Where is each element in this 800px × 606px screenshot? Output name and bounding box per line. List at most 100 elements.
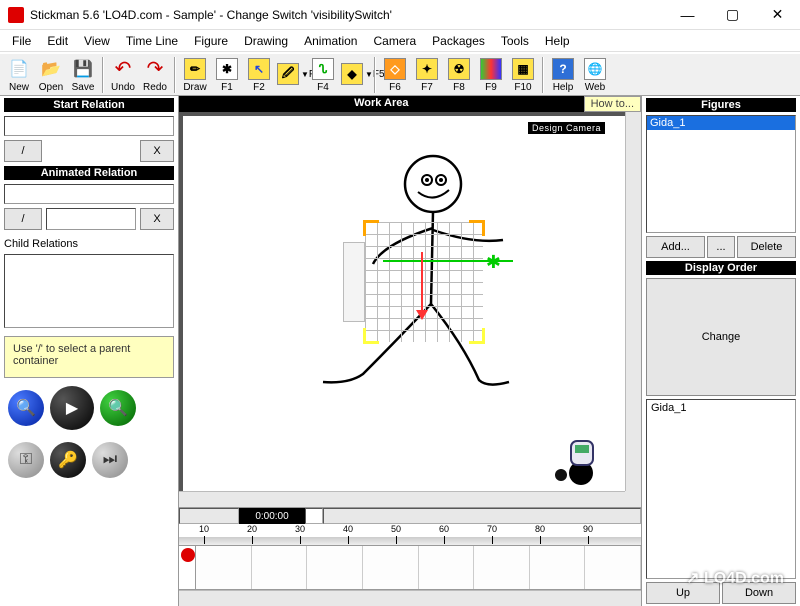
zoom-out-button[interactable]: 🔍 <box>100 390 136 426</box>
time-slot[interactable] <box>305 508 323 524</box>
open-icon: 📂 <box>39 57 63 81</box>
f3-icon: 🖉 <box>276 62 300 86</box>
window-title: Stickman 5.6 'LO4D.com - Sample' - Chang… <box>30 8 665 22</box>
close-button[interactable]: ✕ <box>755 0 800 30</box>
design-camera-badge: Design Camera <box>528 122 605 134</box>
f1-button[interactable]: ✱F1 <box>212 57 242 93</box>
menu-drawing[interactable]: Drawing <box>236 32 296 50</box>
play-icon: ▶ <box>66 398 78 418</box>
menu-view[interactable]: View <box>76 32 118 50</box>
minimize-button[interactable]: — <box>665 0 710 30</box>
green-star-icon: ✱ <box>486 252 501 273</box>
menu-help[interactable]: Help <box>537 32 578 50</box>
help-button[interactable]: ?Help <box>548 57 578 93</box>
child-relations-label: Child Relations <box>4 238 174 250</box>
frame-track[interactable] <box>195 546 641 589</box>
display-order-item[interactable]: Gida_1 <box>647 400 795 416</box>
start-relation-input[interactable] <box>4 116 174 136</box>
menu-timeline[interactable]: Time Line <box>118 32 186 50</box>
f6-button[interactable]: ◇F6 <box>380 57 410 93</box>
menu-packages[interactable]: Packages <box>424 32 493 50</box>
time-bar-rest[interactable] <box>323 508 641 524</box>
f8-icon: ☢ <box>447 57 471 81</box>
display-order-list[interactable]: Gida_1 <box>646 399 796 579</box>
save-icon: 💾 <box>71 57 95 81</box>
f5-button[interactable]: ◆▼F5 <box>340 62 370 87</box>
web-button[interactable]: 🌐Web <box>580 57 610 93</box>
f4-button[interactable]: ᔐF4 <box>308 57 338 93</box>
draw-button[interactable]: ✏Draw <box>180 57 210 93</box>
how-to-button[interactable]: How to... <box>584 96 641 112</box>
undo-icon: ↶ <box>111 57 135 81</box>
playhead-marker[interactable] <box>181 548 195 562</box>
maximize-button[interactable]: ▢ <box>710 0 755 30</box>
toolbar: 📄New 📂Open 💾Save ↶Undo ↷Redo ✏Draw ✱F1 ↖… <box>0 52 800 96</box>
clear-start-button[interactable]: X <box>140 140 174 162</box>
f6-icon: ◇ <box>383 57 407 81</box>
menu-edit[interactable]: Edit <box>39 32 76 50</box>
key-back-icon: ⚿ <box>20 451 32 469</box>
new-icon: 📄 <box>7 57 31 81</box>
key-icon: 🔑 <box>58 450 78 470</box>
open-button[interactable]: 📂Open <box>36 57 66 93</box>
f10-button[interactable]: ▦F10 <box>508 57 538 93</box>
time-ruler[interactable]: 102030405060708090 <box>179 524 641 546</box>
horizontal-scrollbar[interactable] <box>179 491 625 507</box>
menu-figure[interactable]: Figure <box>186 32 236 50</box>
add-figure-button[interactable]: Add... <box>646 236 705 258</box>
f4-icon: ᔐ <box>311 57 335 81</box>
zoom-in-button[interactable]: 🔍 <box>8 390 44 426</box>
save-button[interactable]: 💾Save <box>68 57 98 93</box>
animated-relation-input[interactable] <box>4 184 174 204</box>
vertical-scrollbar[interactable] <box>625 112 641 491</box>
menu-file[interactable]: File <box>4 32 39 50</box>
canvas-area[interactable]: Design Camera <box>179 112 641 507</box>
chevron-down-icon: ▼ <box>365 70 373 79</box>
draw-icon: ✏ <box>183 57 207 81</box>
f9-button[interactable]: F9 <box>476 57 506 93</box>
change-order-button[interactable]: Change <box>646 278 796 396</box>
play-button[interactable]: ▶ <box>50 386 94 430</box>
ruler-tick: 90 <box>583 524 593 534</box>
mascot-icon <box>551 429 607 485</box>
f7-icon: ✦ <box>415 57 439 81</box>
f7-button[interactable]: ✦F7 <box>412 57 442 93</box>
move-down-button[interactable]: Down <box>722 582 796 604</box>
timeline: 0:00:00 102030405060708090 <box>179 507 641 606</box>
menu-animation[interactable]: Animation <box>296 32 365 50</box>
figure-more-button[interactable]: ... <box>707 236 735 258</box>
f3-button[interactable]: 🖉▼F3 <box>276 62 306 87</box>
clear-animated-button[interactable]: X <box>140 208 174 230</box>
figures-list-item[interactable]: Gida_1 <box>647 116 795 130</box>
left-panel: Start Relation / X Animated Relation / X… <box>0 96 178 606</box>
prev-key-button[interactable]: ⚿ <box>8 442 44 478</box>
ruler-tick: 80 <box>535 524 545 534</box>
figures-header: Figures <box>646 98 796 112</box>
slash-button[interactable]: / <box>4 140 42 162</box>
f8-button[interactable]: ☢F8 <box>444 57 474 93</box>
titlebar: Stickman 5.6 'LO4D.com - Sample' - Chang… <box>0 0 800 30</box>
f10-icon: ▦ <box>511 57 535 81</box>
animated-slash-button[interactable]: / <box>4 208 42 230</box>
menu-camera[interactable]: Camera <box>365 32 424 50</box>
redo-button[interactable]: ↷Redo <box>140 57 170 93</box>
menu-tools[interactable]: Tools <box>493 32 537 50</box>
key-button[interactable]: 🔑 <box>50 442 86 478</box>
child-relations-list[interactable] <box>4 254 174 328</box>
move-up-button[interactable]: Up <box>646 582 720 604</box>
time-bar-pre[interactable] <box>179 508 239 524</box>
start-relation-header: Start Relation <box>4 98 174 112</box>
animated-extra-input[interactable] <box>46 208 136 230</box>
time-counter: 0:00:00 <box>239 508 305 524</box>
web-icon: 🌐 <box>583 57 607 81</box>
delete-figure-button[interactable]: Delete <box>737 236 796 258</box>
new-button[interactable]: 📄New <box>4 57 34 93</box>
undo-button[interactable]: ↶Undo <box>108 57 138 93</box>
step-button[interactable]: ⏭ <box>92 442 128 478</box>
ruler-tick: 50 <box>391 524 401 534</box>
ruler-tick: 60 <box>439 524 449 534</box>
f2-button[interactable]: ↖F2 <box>244 57 274 93</box>
figures-list[interactable]: Gida_1 <box>646 115 796 233</box>
camera-overlay[interactable]: ✱ <box>343 222 483 342</box>
timeline-scrollbar[interactable] <box>179 590 641 606</box>
